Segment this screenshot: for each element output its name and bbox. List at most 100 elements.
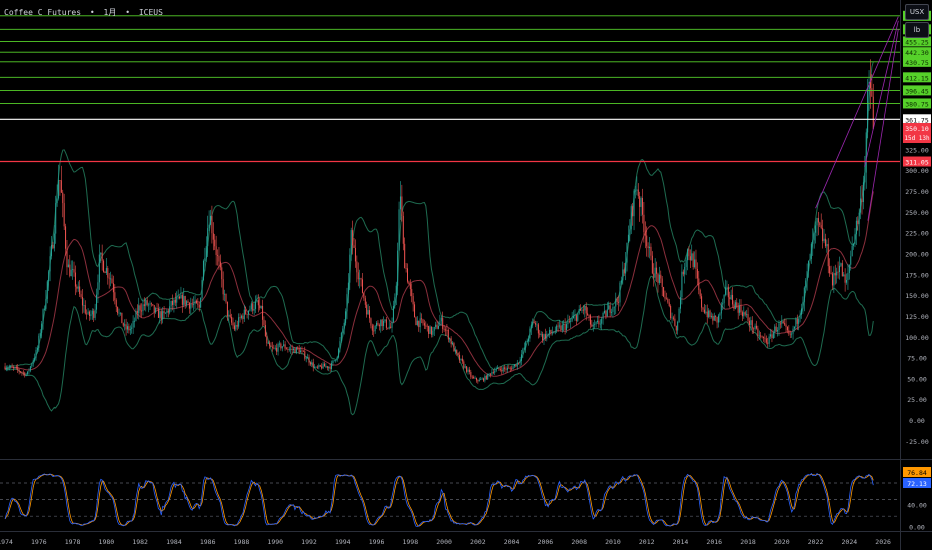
candle-body <box>411 289 413 297</box>
candle-body <box>580 309 582 311</box>
quantity-unit-button[interactable]: lb <box>905 22 929 38</box>
candle-body <box>850 256 852 265</box>
candle-body <box>62 192 64 204</box>
candle-body <box>481 378 483 380</box>
time-tick-label: 2016 <box>706 538 722 546</box>
candle-body <box>27 371 29 375</box>
candle-body <box>577 313 579 321</box>
candle-body <box>285 348 287 350</box>
candle-body <box>705 311 707 313</box>
candle-body <box>727 286 729 298</box>
candle-body <box>98 254 100 283</box>
candle-body <box>626 242 628 263</box>
candle-body <box>288 349 290 350</box>
candle-body <box>463 361 465 368</box>
candle-body <box>326 366 328 368</box>
candle-body <box>397 250 399 286</box>
candle-body <box>672 317 674 319</box>
candle-body <box>779 323 781 325</box>
candle-body <box>817 218 819 223</box>
symbol-name[interactable]: Coffee C Futures <box>4 8 81 17</box>
candle-body <box>373 330 375 332</box>
separator-dot: • <box>89 8 95 17</box>
candle-body <box>689 256 691 261</box>
candle-body <box>46 281 48 299</box>
candle-body <box>146 300 148 305</box>
price-tick-label: 300.00 <box>905 167 929 175</box>
price-chart[interactable]: 486.00469.75455.25442.30430.75412.15396.… <box>0 0 932 550</box>
candle-body <box>414 304 416 318</box>
candle-body <box>829 266 831 274</box>
trend-line <box>815 16 899 209</box>
time-tick-label: 1974 <box>0 538 13 546</box>
level-price-label: 380.75 <box>905 100 929 108</box>
candle-body <box>308 357 310 363</box>
candle-body <box>793 326 795 329</box>
candle-body <box>677 321 679 331</box>
candle-body <box>474 377 476 379</box>
candle-body <box>42 309 44 324</box>
candle-body <box>421 318 423 320</box>
candle-body <box>729 297 731 300</box>
price-axis: 486.00469.75455.25442.30430.75412.15396.… <box>903 10 931 532</box>
candle-body <box>471 376 473 378</box>
candle-body <box>567 321 569 325</box>
candle-body <box>88 311 90 316</box>
candle-body <box>138 305 140 314</box>
time-tick-label: 1988 <box>234 538 250 546</box>
trend-line <box>867 29 899 221</box>
candle-body <box>70 269 72 277</box>
candle-body <box>678 308 680 322</box>
candle-body <box>488 373 490 375</box>
candle-body <box>103 260 105 272</box>
candle-body <box>537 324 539 334</box>
candle-body <box>757 328 759 336</box>
candle-body <box>150 303 152 305</box>
price-tick-label: 100.00 <box>905 334 929 342</box>
candle-body <box>639 196 641 207</box>
candle-body <box>741 312 743 317</box>
time-tick-label: 2014 <box>673 538 689 546</box>
candle-body <box>162 311 164 320</box>
candle-body <box>399 196 401 210</box>
candle-body <box>263 319 265 325</box>
candle-body <box>744 312 746 315</box>
moving-average-line <box>4 191 874 377</box>
candle-body <box>760 335 762 337</box>
candle-body <box>808 260 810 272</box>
candle-body <box>238 317 240 327</box>
candle-body <box>777 330 779 332</box>
candle-body <box>132 320 134 328</box>
candle-body <box>401 196 403 216</box>
candle-body <box>753 328 755 330</box>
candle-body <box>245 309 247 314</box>
candle-body <box>701 296 703 308</box>
candle-body <box>653 273 655 278</box>
candle-body <box>592 324 594 327</box>
candle-body <box>518 362 520 364</box>
candle-body <box>412 296 414 305</box>
currency-unit-button[interactable]: USX <box>905 4 929 20</box>
candle-body <box>211 215 213 234</box>
candle-body <box>173 299 175 305</box>
candle-body <box>450 338 452 345</box>
candle-body <box>262 305 264 320</box>
candle-body <box>477 380 479 382</box>
candle-body <box>726 286 728 288</box>
time-tick-label: 2004 <box>504 538 520 546</box>
candle-body <box>630 206 632 230</box>
candle-body <box>581 309 583 311</box>
candle-body <box>329 366 331 369</box>
candle-body <box>118 312 120 314</box>
interval-label[interactable]: 1月 <box>104 8 117 17</box>
candle-body <box>119 312 121 314</box>
candle-body <box>74 272 76 287</box>
candle-body <box>345 311 347 323</box>
candle-body <box>854 234 856 244</box>
candle-body <box>843 274 845 277</box>
candle-body <box>55 203 57 234</box>
candle-body <box>243 309 245 320</box>
candle-body <box>184 296 186 305</box>
candle-body <box>833 273 835 286</box>
stoch-tick-label: 0.00 <box>909 524 925 532</box>
